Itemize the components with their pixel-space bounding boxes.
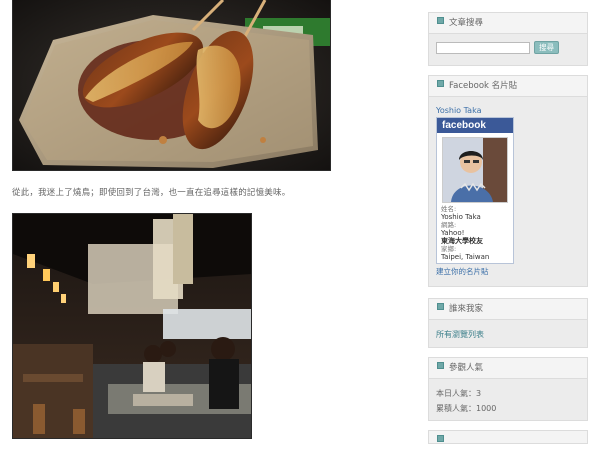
total-visits: 累積人氣：1000 <box>436 404 497 413</box>
sidebar: 文章搜尋 搜尋 Facebook 名片貼 Yoshio Taka faceboo… <box>428 0 588 444</box>
yakitori-photo <box>12 0 331 171</box>
facebook-profile-link[interactable]: Yoshio Taka <box>436 106 580 115</box>
article-content: 從此，我迷上了燒鳥；即使回到了台灣，也一直在追尋這樣的記憶美味。 <box>0 0 420 439</box>
fb-name-label: 姓名: <box>441 205 457 213</box>
search-widget-title: 文章搜尋 <box>429 13 587 34</box>
fb-name-value: Yoshio Taka <box>441 213 481 221</box>
all-visitors-link[interactable]: 所有瀏覽列表 <box>436 329 580 340</box>
bullet-icon <box>437 435 444 442</box>
bullet-icon <box>437 17 444 24</box>
fb-home-value: Taipei, Taiwan <box>441 253 490 261</box>
search-input[interactable] <box>436 41 530 54</box>
next-widget-title <box>429 431 587 443</box>
article-caption: 從此，我迷上了燒鳥；即使回到了台灣，也一直在追尋這樣的記憶美味。 <box>12 188 291 198</box>
bullet-icon <box>437 80 444 87</box>
search-button[interactable]: 搜尋 <box>534 41 559 54</box>
fb-network-value: Yahoo! <box>441 229 465 237</box>
bullet-icon <box>437 303 444 310</box>
visitors-widget: 誰來我家 所有瀏覽列表 <box>428 298 588 348</box>
popularity-widget-title: 參觀人氣 <box>429 358 587 379</box>
fb-network-value: 東海大學校友 <box>441 237 483 245</box>
bullet-icon <box>437 362 444 369</box>
izakaya-interior-photo <box>12 213 252 439</box>
next-widget <box>428 430 588 444</box>
facebook-badge[interactable]: facebook 姓名: Yoshio Taka 網路: Yahoo! 東海大學… <box>436 117 514 264</box>
facebook-logo: facebook <box>437 118 513 133</box>
fb-home-label: 家鄉: <box>441 245 457 253</box>
create-badge-link[interactable]: 建立你的名片貼 <box>436 266 580 277</box>
profile-avatar <box>442 137 508 203</box>
search-widget: 文章搜尋 搜尋 <box>428 12 588 66</box>
visitors-widget-title: 誰來我家 <box>429 299 587 320</box>
today-visits: 本日人氣：3 <box>436 389 482 398</box>
facebook-badge-widget: Facebook 名片貼 Yoshio Taka facebook 姓名: Yo… <box>428 75 588 287</box>
fb-network-label: 網路: <box>441 221 457 229</box>
popularity-widget: 參觀人氣 本日人氣：3 累積人氣：1000 <box>428 357 588 421</box>
facebook-widget-title: Facebook 名片貼 <box>429 76 587 97</box>
